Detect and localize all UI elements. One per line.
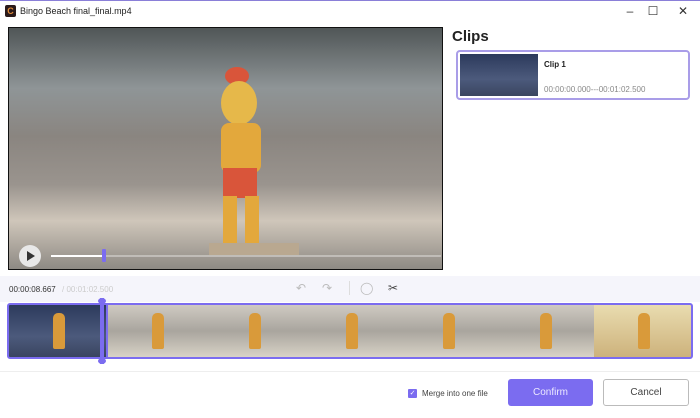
timeline-frame bbox=[9, 305, 109, 357]
playback-progress bbox=[51, 255, 105, 257]
timeline-frame bbox=[593, 305, 691, 357]
clip-item[interactable]: Clip 1 00:00:00.000---00:01:02.500 bbox=[456, 50, 690, 100]
merge-checkbox[interactable]: ✓ bbox=[408, 389, 417, 398]
minimize-button[interactable]: – bbox=[620, 4, 640, 18]
playback-thumb[interactable] bbox=[102, 249, 107, 262]
timeline-frame bbox=[399, 305, 497, 357]
clip-name: Clip 1 bbox=[544, 60, 566, 69]
timeline-frame bbox=[205, 305, 303, 357]
title-bar: C Bingo Beach final_final.mp4 – ☐ ✕ bbox=[0, 0, 700, 22]
close-button[interactable]: ✕ bbox=[673, 4, 693, 18]
total-time: / 00:01:02.500 bbox=[62, 285, 114, 294]
maximize-button[interactable]: ☐ bbox=[643, 4, 663, 18]
video-preview[interactable] bbox=[8, 27, 443, 270]
clip-thumbnail bbox=[460, 54, 538, 96]
playback-slider[interactable] bbox=[51, 249, 441, 262]
confirm-button[interactable]: Confirm bbox=[508, 379, 593, 406]
redo-icon[interactable]: ↷ bbox=[322, 281, 332, 295]
clip-range: 00:00:00.000---00:01:02.500 bbox=[544, 85, 646, 94]
merge-label: Merge into one file bbox=[422, 389, 488, 398]
current-time: 00:00:08.667 bbox=[9, 285, 56, 294]
timeline-frame bbox=[302, 305, 400, 357]
timeline-playhead[interactable] bbox=[98, 298, 106, 364]
cancel-button[interactable]: Cancel bbox=[603, 379, 689, 406]
timeline-strip[interactable] bbox=[7, 303, 693, 359]
clips-heading: Clips bbox=[452, 28, 489, 45]
footer bbox=[0, 371, 700, 418]
timeline-frame bbox=[496, 305, 594, 357]
rotate-icon[interactable]: ◯ bbox=[360, 281, 373, 295]
video-frame-figure bbox=[209, 67, 299, 255]
timeline-frame bbox=[108, 305, 206, 357]
play-button[interactable] bbox=[19, 245, 41, 267]
app-logo-icon: C bbox=[5, 5, 16, 17]
window-title: Bingo Beach final_final.mp4 bbox=[20, 6, 132, 16]
scissors-icon[interactable]: ✂ bbox=[388, 281, 398, 295]
undo-icon[interactable]: ↶ bbox=[296, 281, 306, 295]
toolbar-divider bbox=[349, 281, 350, 295]
